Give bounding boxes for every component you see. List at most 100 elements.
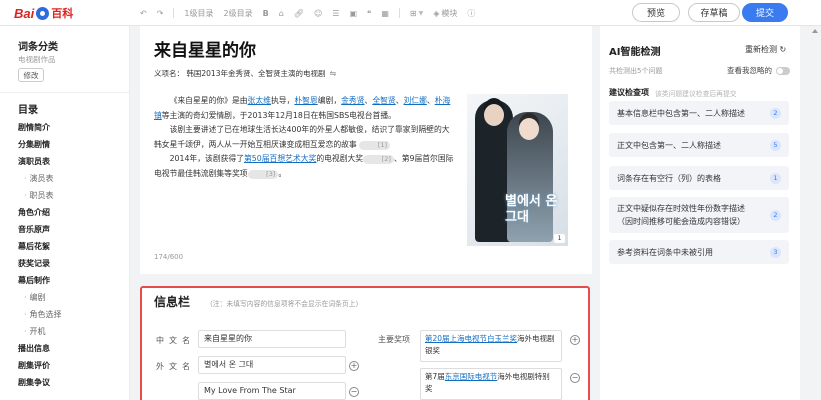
text: 执导， xyxy=(270,96,295,105)
toc-item[interactable]: 音乐原声 xyxy=(18,221,126,238)
suggestion-card[interactable]: 基本信息栏中包含第一、二人称描述 2 xyxy=(609,101,789,125)
suggestion-count-badge: 3 xyxy=(770,246,781,258)
link-writer[interactable]: 朴智恩 xyxy=(294,96,317,105)
link-award[interactable]: 第50届百想艺术大奖 xyxy=(244,154,316,163)
sidebar-divider xyxy=(0,92,130,93)
list-icon[interactable]: ☰ xyxy=(332,9,339,18)
recheck-button[interactable]: 重新检测 ↻ xyxy=(745,44,786,55)
bold-button[interactable]: B xyxy=(263,9,269,18)
text: 、 xyxy=(395,96,404,105)
award-link[interactable]: 东京国际电视节 xyxy=(445,372,498,381)
toc-item[interactable]: 剧集争议 xyxy=(18,374,126,391)
link-director[interactable]: 张太维 xyxy=(248,96,271,105)
toc-item[interactable]: 演员表 xyxy=(18,170,126,187)
infobox-panel: 信息栏 （注：未填写内容的信息项将不会显示在词条页上） 中文名 来自星星的你 外… xyxy=(140,286,590,400)
toc-item[interactable]: 剧集评价 xyxy=(18,357,126,374)
suggestion-text: 词条存在有空行（列）的表格 xyxy=(617,174,721,183)
suggestion-card[interactable]: 词条存在有空行（列）的表格 1 xyxy=(609,166,789,190)
text: 。 xyxy=(278,168,287,178)
toc-item[interactable]: 幕后花絮 xyxy=(18,238,126,255)
table-icon[interactable]: ▦ xyxy=(381,9,389,18)
link-actor[interactable]: 全智贤 xyxy=(372,96,395,105)
left-sidebar: 词条分类 电视剧作品 修改 目录 剧情简介分集剧情演职员表演员表职员表角色介绍音… xyxy=(0,26,130,400)
toolbar-divider xyxy=(398,8,400,18)
toc-item[interactable]: 获奖记录 xyxy=(18,255,126,272)
heading1-button[interactable]: 1级目录 xyxy=(184,8,213,19)
foreign-name-label: 外文名 xyxy=(156,362,195,371)
quote-icon[interactable]: ❝ xyxy=(367,9,371,18)
submit-button[interactable]: 提交 xyxy=(742,3,788,22)
view-ignored-toggle[interactable]: 查看我忽略的 xyxy=(727,65,790,76)
toc-item[interactable]: 播出信息 xyxy=(18,340,126,357)
foreign-name-field[interactable]: 별에서 온 그대 xyxy=(198,356,346,374)
award-field-2[interactable]: 第7届东京国际电视节海外电视剧特别奖 xyxy=(420,368,562,400)
image-count-badge: 1 xyxy=(554,234,565,243)
award-link[interactable]: 第20届上海电视节白玉兰奖 xyxy=(425,334,517,343)
toc-item[interactable]: 角色介绍 xyxy=(18,204,126,221)
meaning-text: 义项名： 韩国2013年金秀贤、全智贤主演的电视剧 xyxy=(154,69,326,78)
poster-title-text: 별에서 온 그대 xyxy=(505,194,558,225)
toc-item[interactable]: 剧情简介 xyxy=(18,119,126,136)
issue-count: 共检测出5个问题 xyxy=(609,67,663,75)
link-actor[interactable]: 刘仁娜 xyxy=(404,96,427,105)
toolbar-divider xyxy=(173,8,175,18)
suggestion-card[interactable]: 正文中包含第一、二人称描述 5 xyxy=(609,133,789,157)
toggle-switch[interactable] xyxy=(776,66,790,75)
scroll-up-arrow-icon[interactable] xyxy=(812,29,818,33)
switch-meaning-icon[interactable]: ⇋ xyxy=(329,69,336,78)
remove-row-icon[interactable]: − xyxy=(570,373,580,383)
article-editor[interactable]: 来自星星的你 义项名： 韩国2013年金秀贤、全智贤主演的电视剧 ⇋ 《来自星星… xyxy=(140,26,592,274)
foreign-name-field-2[interactable]: My Love From The Star xyxy=(198,382,346,400)
add-row-icon[interactable]: + xyxy=(349,361,359,371)
suggestion-card[interactable]: 正文中疑似存在时效性年份数字描述（因时间推移可能会造成内容错误） 2 xyxy=(609,197,789,233)
insert-dropdown[interactable]: ⊞ ▼ xyxy=(410,9,423,18)
article-title[interactable]: 来自星星的你 xyxy=(154,36,256,61)
suggestions-title: 建议检查项 xyxy=(609,88,649,97)
toc-item[interactable]: 开机 xyxy=(18,323,126,340)
text: 的电视剧大奖 xyxy=(316,154,364,164)
citation-badge[interactable]: [1] xyxy=(359,140,391,150)
award-field-1[interactable]: 第20届上海电视节白玉兰奖海外电视剧银奖 xyxy=(420,330,562,362)
undo-icon[interactable]: ↶ xyxy=(140,9,147,18)
help-icon[interactable]: ⓘ xyxy=(467,8,475,19)
image-icon[interactable]: ▣ xyxy=(349,9,357,18)
save-draft-button[interactable]: 存草稿 xyxy=(688,3,740,22)
citation-badge[interactable]: [3] xyxy=(247,169,279,179)
refresh-icon: ↻ xyxy=(779,45,787,54)
toc-item[interactable]: 职员表 xyxy=(18,187,126,204)
edit-category-button[interactable]: 修改 xyxy=(18,68,44,82)
text: 《来自星星的你》是由 xyxy=(169,96,248,105)
toc-item[interactable]: 分集剧情 xyxy=(18,136,126,153)
article-body[interactable]: 《来自星星的你》是由张太维执导，朴智恩编剧，金秀贤、全智贤、刘仁娜、朴海镇等主演… xyxy=(154,94,454,182)
preview-button[interactable]: 预览 xyxy=(632,3,680,22)
page-scrollbar[interactable] xyxy=(810,26,821,400)
toc-item[interactable]: 幕后制作 xyxy=(18,272,126,289)
module-button[interactable]: ◈ 模块 xyxy=(433,8,457,19)
toc-item[interactable]: 演职员表 xyxy=(18,153,126,170)
heading2-button[interactable]: 2级目录 xyxy=(224,8,253,19)
toc-title: 目录 xyxy=(18,105,38,116)
view-ignored-label: 查看我忽略的 xyxy=(727,66,772,75)
char-counter: 174/600 xyxy=(154,253,184,261)
add-row-icon[interactable]: + xyxy=(570,335,580,345)
redo-icon[interactable]: ↷ xyxy=(157,9,164,18)
poster-image[interactable]: 별에서 온 그대 1 xyxy=(467,94,568,246)
toc-item[interactable]: 角色选择 xyxy=(18,306,126,323)
paragraph-1: 《来自星星的你》是由张太维执导，朴智恩编剧，金秀贤、全智贤、刘仁娜、朴海镇等主演… xyxy=(154,94,454,123)
top-bar: Bai 百科 ↶ ↷ 1级目录 2级目录 B ⌂ 🔗︎ ☺ ☰ ▣ ❝ ▦ ⊞ ▼… xyxy=(0,0,821,26)
cn-name-field[interactable]: 来自星星的你 xyxy=(198,330,346,348)
link-icon[interactable]: 🔗︎ xyxy=(294,9,304,18)
tag-icon[interactable]: ⌂ xyxy=(279,9,284,18)
module-label: 模块 xyxy=(441,8,458,18)
emoji-icon[interactable]: ☺ xyxy=(314,9,322,18)
ai-check-panel: AI智能检测 重新检测 ↻ 共检测出5个问题 查看我忽略的 建议检查项 该类问题… xyxy=(600,26,800,400)
toc-item[interactable]: 编剧 xyxy=(18,289,126,306)
citation-badge[interactable]: [2] xyxy=(363,155,394,165)
baike-logo[interactable]: Bai 百科 xyxy=(14,5,73,21)
suggestion-card[interactable]: 参考资料在词条中未被引用 3 xyxy=(609,240,789,264)
suggestions-subtitle: 该类问题建议检查后再提交 xyxy=(655,90,737,98)
link-actor[interactable]: 金秀贤 xyxy=(341,96,364,105)
text: 等主演的奇幻爱情剧，于2013年12月18日在韩国SBS电视台首播。 xyxy=(161,110,396,120)
module-icon: ◈ xyxy=(433,8,440,18)
remove-row-icon[interactable]: − xyxy=(349,387,359,397)
